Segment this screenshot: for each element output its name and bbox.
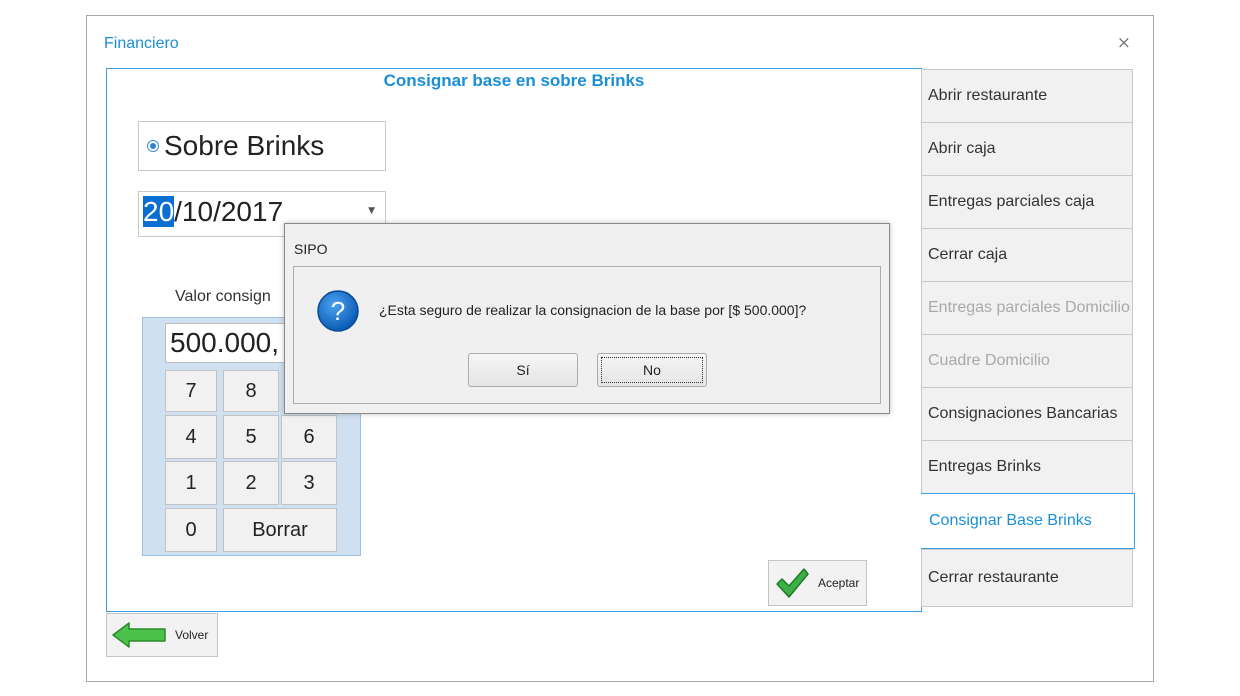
yes-button[interactable]: Sí bbox=[468, 353, 578, 387]
dialog-message: ¿Esta seguro de realizar la consignacion… bbox=[379, 302, 807, 318]
close-icon[interactable]: × bbox=[1117, 33, 1131, 53]
key-6[interactable]: 6 bbox=[281, 415, 337, 459]
key-8[interactable]: 8 bbox=[223, 370, 279, 412]
menu-item-entregas-parciales-domicilio: Entregas parciales Domicilio bbox=[921, 281, 1133, 335]
menu-item-cerrar-caja[interactable]: Cerrar caja bbox=[921, 228, 1133, 282]
key-4[interactable]: 4 bbox=[165, 415, 217, 459]
key-7[interactable]: 7 bbox=[165, 370, 217, 412]
date-day-selected[interactable]: 20 bbox=[143, 196, 175, 227]
key-2[interactable]: 2 bbox=[223, 461, 279, 505]
svg-text:?: ? bbox=[331, 296, 345, 326]
radio-label: Sobre Brinks bbox=[164, 130, 325, 161]
dialog-title: SIPO bbox=[294, 241, 328, 257]
dialog-body: ? ¿Esta seguro de realizar la consignaci… bbox=[293, 266, 881, 404]
volver-button[interactable]: Volver bbox=[106, 613, 218, 657]
menu-item-abrir-caja[interactable]: Abrir caja bbox=[921, 122, 1133, 176]
menu-item-abrir-restaurante[interactable]: Abrir restaurante bbox=[921, 69, 1133, 123]
key-0[interactable]: 0 bbox=[165, 508, 217, 552]
dropdown-arrow-icon[interactable]: ▼ bbox=[368, 206, 375, 216]
window-title: Financiero bbox=[104, 35, 179, 52]
radio-selected-icon[interactable] bbox=[147, 140, 159, 152]
aceptar-button[interactable]: Aceptar bbox=[768, 560, 867, 606]
sobre-brinks-radio[interactable]: Sobre Brinks bbox=[138, 121, 386, 171]
key-5[interactable]: 5 bbox=[223, 415, 279, 459]
menu-item-consignaciones-bancarias[interactable]: Consignaciones Bancarias bbox=[921, 387, 1133, 441]
valor-consignar-label: Valor consign bbox=[175, 288, 271, 305]
back-arrow-icon bbox=[112, 622, 166, 648]
no-button[interactable]: No bbox=[597, 353, 707, 387]
confirm-dialog: SIPO ? ¿Esta seguro de realizar la consi… bbox=[284, 223, 890, 414]
date-value[interactable]: 20/10/2017 bbox=[143, 196, 283, 228]
volver-label: Volver bbox=[175, 628, 209, 642]
borrar-key[interactable]: Borrar bbox=[223, 508, 337, 552]
menu-item-cerrar-restaurante[interactable]: Cerrar restaurante bbox=[921, 549, 1133, 607]
aceptar-label: Aceptar bbox=[818, 576, 860, 590]
menu-item-consignar-base-brinks[interactable]: Consignar Base Brinks bbox=[921, 493, 1135, 549]
key-3[interactable]: 3 bbox=[281, 461, 337, 505]
panel-title: Consignar base en sobre Brinks bbox=[383, 71, 645, 90]
checkmark-icon bbox=[776, 568, 809, 598]
menu-item-entregas-brinks[interactable]: Entregas Brinks bbox=[921, 440, 1133, 494]
menu-item-entregas-parciales-caja[interactable]: Entregas parciales caja bbox=[921, 175, 1133, 229]
key-1[interactable]: 1 bbox=[165, 461, 217, 505]
question-icon: ? bbox=[317, 290, 359, 332]
date-month-year: /10/2017 bbox=[174, 196, 284, 227]
menu-item-cuadre-domicilio: Cuadre Domicilio bbox=[921, 334, 1133, 388]
